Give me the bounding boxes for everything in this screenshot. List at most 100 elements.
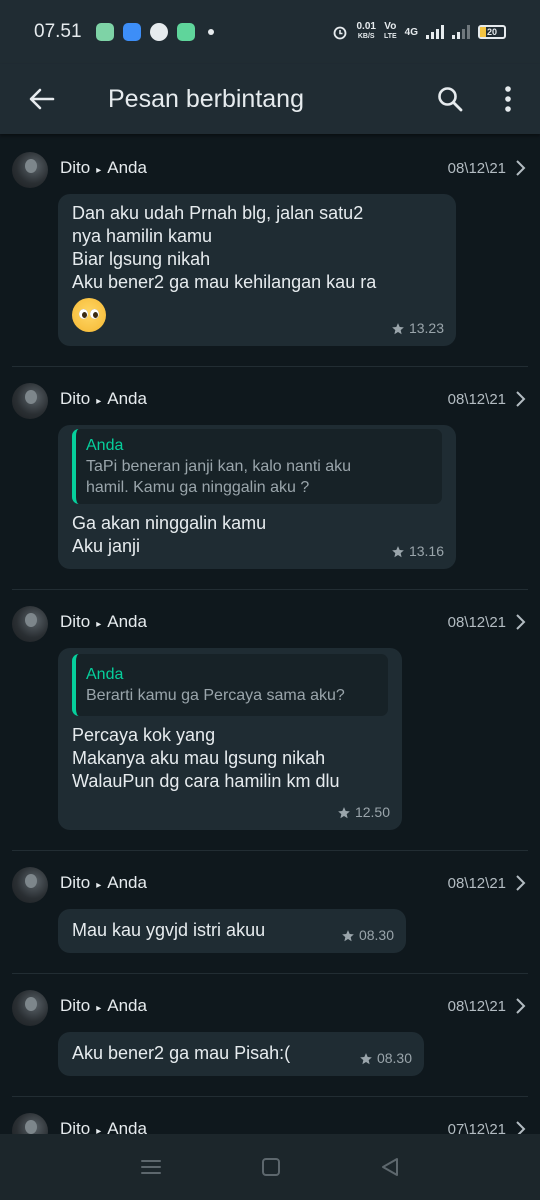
back-button[interactable] (0, 64, 84, 134)
message-meta: 12.50 (337, 801, 390, 824)
chevron-right-icon[interactable] (512, 996, 528, 1016)
recent-apps-button[interactable] (140, 1158, 162, 1176)
sender-line: Dito ▸ Anda (60, 389, 147, 409)
more-options-button[interactable] (488, 71, 528, 127)
starred-messages-list: Dito ▸ Anda 08\12\21 Dan aku udah Prnah bl… (0, 134, 540, 1134)
avatar[interactable] (12, 383, 48, 419)
recipient-name: Anda (107, 1119, 147, 1134)
divider (12, 973, 528, 974)
quote-author: Anda (86, 437, 124, 454)
message-date: 08\12\21 (447, 998, 506, 1015)
avatar[interactable] (12, 152, 48, 188)
quoted-message[interactable]: Anda Berarti kamu ga Percaya sama aku? (72, 654, 388, 716)
arrow-right-icon: ▸ (96, 619, 102, 630)
star-icon (392, 322, 404, 334)
app-bar: Pesan berbintang (0, 64, 540, 134)
message-date: 08\12\21 (447, 391, 506, 408)
message-meta: 08.30 (359, 1047, 412, 1070)
message-line: WalauPun dg cara hamilin km dlu (72, 771, 340, 791)
signal-icon-2 (452, 25, 470, 39)
status-bar: 07.51 0.01 KB/S Vo LTE 4G 20 (0, 0, 540, 64)
avatar[interactable] (12, 606, 48, 642)
sender-line: Dito ▸ Anda (60, 873, 147, 893)
back-nav-button[interactable] (380, 1157, 400, 1177)
quoted-message[interactable]: Anda TaPi beneran janji kan, kalo nanti … (72, 429, 442, 504)
chevron-right-icon[interactable] (512, 612, 528, 632)
chevron-right-icon[interactable] (512, 158, 528, 178)
message-time: 13.23 (408, 320, 444, 336)
message-time: 13.16 (408, 543, 444, 559)
message-meta: 08.30 (341, 924, 394, 947)
signal-icon (426, 25, 444, 39)
avatar[interactable] (12, 867, 48, 903)
network-speed-value: 0.01 (356, 21, 376, 32)
recipient-name: Anda (107, 996, 147, 1015)
recipient-name: Anda (107, 873, 147, 892)
divider (12, 589, 528, 590)
volte-label: Vo (384, 21, 397, 32)
network-type: 4G (404, 26, 418, 38)
avatar[interactable] (12, 990, 48, 1026)
notification-app-icon (95, 23, 114, 41)
message-header: Dito ▸ Anda 07\12\21 (0, 1113, 540, 1134)
more-vert-icon (505, 86, 511, 112)
notification-app-icon (176, 23, 195, 41)
quote-line: Berarti kamu ga Percaya sama aku? (86, 687, 345, 704)
sender-name: Dito (60, 996, 91, 1015)
sender-line: Dito ▸ Anda (60, 996, 147, 1016)
network-speed-unit: KB/S (357, 33, 375, 40)
alarm-icon (334, 26, 347, 40)
star-icon (392, 545, 404, 557)
message-line: Aku janji (72, 536, 141, 556)
message-date: 08\12\21 (447, 875, 506, 892)
message-line: Makanya aku mau lgsung nikah (72, 748, 326, 768)
divider (12, 850, 528, 851)
message-meta: 13.23 (391, 317, 444, 340)
chevron-right-icon[interactable] (512, 873, 528, 893)
message-date: 08\12\21 (447, 160, 506, 177)
message-time: 08.30 (376, 1050, 412, 1066)
quote-author: Anda (86, 666, 124, 683)
search-icon (438, 87, 463, 112)
message-line: Dan aku udah Prnah blg, jalan satu2 (72, 203, 364, 223)
sender-line: Dito ▸ Anda (60, 1119, 147, 1134)
chevron-right-icon[interactable] (512, 389, 528, 409)
message-bubble[interactable]: Anda Berarti kamu ga Percaya sama aku? P… (58, 648, 402, 830)
volte-indicator: Vo LTE (384, 22, 397, 42)
sender-name: Dito (60, 873, 91, 892)
divider (12, 1096, 528, 1097)
quote-line: hamil. Kamu ga ninggalin aku ? (86, 479, 310, 496)
arrow-left-icon (29, 88, 55, 110)
more-notifications-icon (207, 29, 214, 35)
recipient-name: Anda (107, 389, 147, 408)
star-icon (360, 1052, 372, 1064)
message-meta: 13.16 (391, 540, 444, 563)
arrow-right-icon: ▸ (96, 396, 102, 407)
recipient-name: Anda (107, 612, 147, 631)
message-line: Aku bener2 ga mau kehilangan kau ra (72, 272, 377, 292)
message-bubble[interactable]: Anda TaPi beneran janji kan, kalo nanti … (58, 425, 456, 569)
sender-name: Dito (60, 389, 91, 408)
avatar[interactable] (12, 1113, 48, 1134)
network-speed: 0.01 KB/S (356, 22, 375, 42)
search-button[interactable] (422, 71, 478, 127)
battery-icon: 20 (478, 25, 506, 39)
sender-name: Dito (60, 158, 91, 177)
arrow-right-icon: ▸ (96, 165, 102, 176)
home-button[interactable] (261, 1157, 281, 1177)
page-title: Pesan berbintang (108, 84, 304, 113)
message-bubble[interactable]: Mau kau ygvjd istri akuu 08.30 (58, 909, 406, 953)
sender-name: Dito (60, 1119, 91, 1134)
status-time: 07.51 (34, 21, 82, 42)
message-line: Ga akan ninggalin kamu (72, 513, 267, 533)
sender-name: Dito (60, 612, 91, 631)
message-time: 08.30 (358, 927, 394, 943)
message-bubble[interactable]: Dan aku udah Prnah blg, jalan satu2 nya … (58, 194, 456, 346)
message-date: 07\12\21 (447, 1121, 506, 1134)
chevron-right-icon[interactable] (512, 1119, 528, 1134)
quote-line: TaPi beneran janji kan, kalo nanti aku (86, 458, 352, 475)
arrow-right-icon: ▸ (96, 880, 102, 891)
recipient-name: Anda (107, 158, 147, 177)
sender-line: Dito ▸ Anda (60, 158, 147, 178)
message-bubble[interactable]: Aku bener2 ga mau Pisah:( 08.30 (58, 1032, 424, 1076)
